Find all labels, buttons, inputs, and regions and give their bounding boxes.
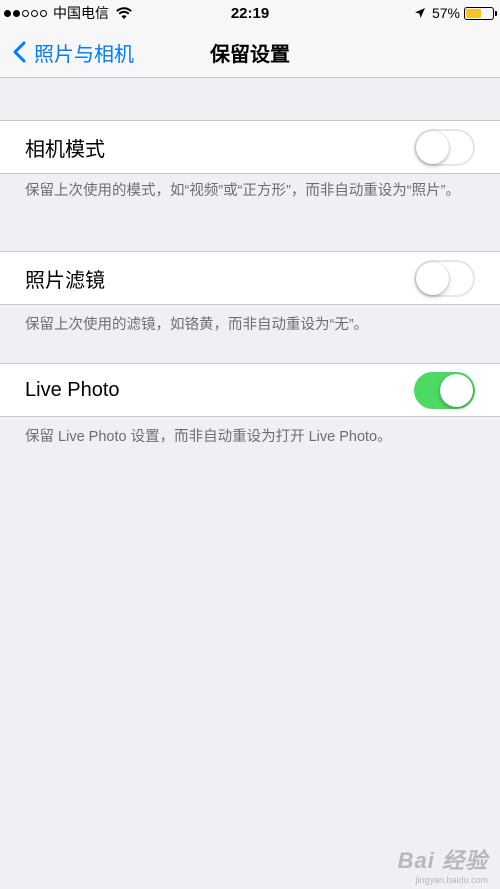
live-photo-footnote: 保留 Live Photo 设置，而非自动重设为打开 Live Photo。 [25,429,392,445]
baidu-watermark: Bai 经验 jingyan.baidu.com [398,843,488,885]
status-time: 22:19 [230,4,270,22]
toggle-knob [416,261,449,295]
location-arrow-icon [414,8,425,18]
wifi-icon [116,7,132,19]
status-bar: 中国电信 22:19 57% [0,0,500,26]
page-title: 保留设置 [210,43,290,66]
settings-row-live-photo[interactable]: Live Photo [0,363,500,417]
chevron-left-icon [13,41,26,63]
row-label: 照片滤镜 [25,269,105,292]
camera-mode-footnote: 保留上次使用的模式，如“视频”或“正方形”，而非自动重设为“照片”。 [25,183,460,199]
photo-filter-footnote: 保留上次使用的滤镜，如铬黄，而非自动重设为“无”。 [25,317,369,333]
watermark-url: jingyan.baidu.com [415,875,488,885]
status-right: 57% [414,0,497,26]
camera-mode-toggle[interactable] [414,128,475,166]
back-button-label: 照片与相机 [34,43,134,66]
battery-level [466,8,481,18]
live-photo-toggle[interactable] [414,371,475,409]
battery-icon [464,6,497,20]
back-button[interactable]: 照片与相机 [12,26,134,78]
settings-row-photo-filter[interactable]: 照片滤镜 [0,251,500,305]
battery-percent: 57% [431,5,460,21]
navigation-bar: 照片与相机 保留设置 [0,26,500,78]
toggle-knob [416,130,449,164]
row-label: 相机模式 [25,138,105,161]
signal-strength-icon [4,9,49,17]
settings-row-camera-mode[interactable]: 相机模式 [0,120,500,174]
toggle-knob [440,373,473,407]
photo-filter-toggle[interactable] [414,259,475,297]
carrier-name: 中国电信 [53,5,109,21]
row-label: Live Photo [25,378,120,401]
watermark-logo: Bai 经验 [397,848,488,873]
